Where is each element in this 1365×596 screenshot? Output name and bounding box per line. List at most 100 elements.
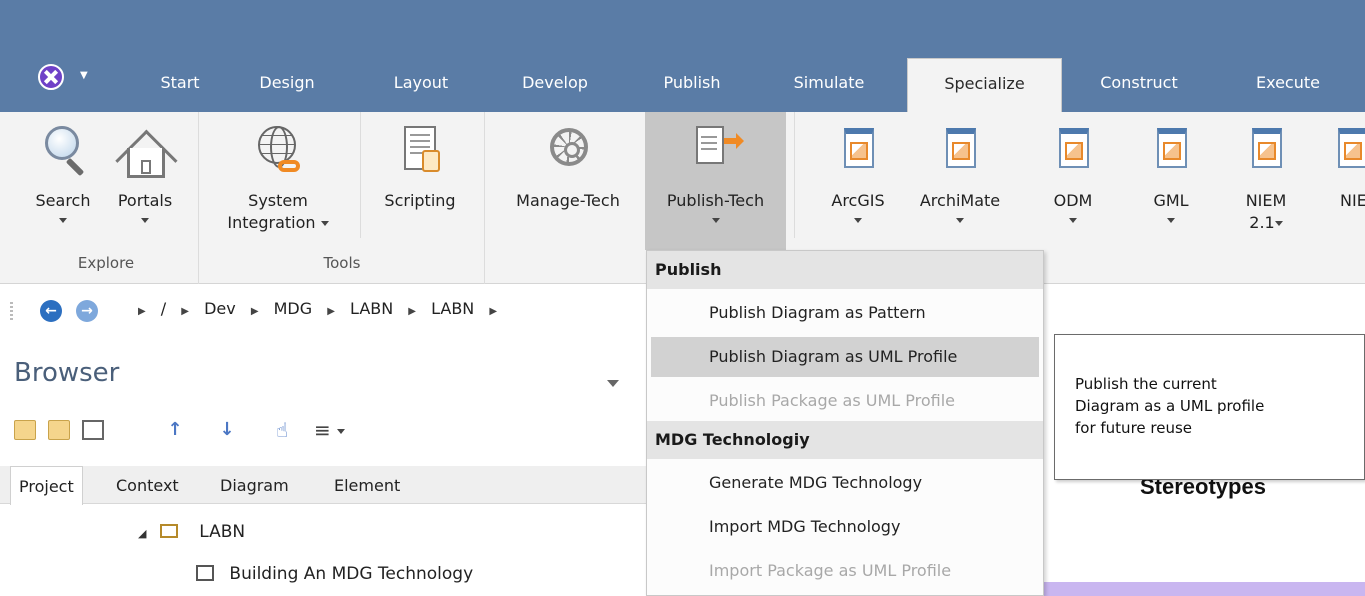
archimate-button[interactable]: ArchiMate <box>910 112 1010 238</box>
tab-simulate[interactable]: Simulate <box>774 68 884 112</box>
mdg-icon <box>834 124 882 178</box>
tab-element[interactable]: Element <box>334 476 400 495</box>
breadcrumb-item-mdg[interactable]: MDG <box>274 299 313 318</box>
move-down-icon[interactable]: ↓ <box>216 420 238 440</box>
menu-item-publish-diagram-uml-profile[interactable]: Publish Diagram as UML Profile <box>651 337 1039 377</box>
mdg-icon <box>1147 124 1195 178</box>
diagram-element[interactable] <box>1040 582 1365 596</box>
tab-project[interactable]: Project <box>10 466 83 505</box>
back-arrow-icon[interactable]: ← <box>40 300 62 322</box>
tab-design[interactable]: Design <box>246 68 328 112</box>
scripting-button[interactable]: Scripting <box>366 112 474 238</box>
chevron-down-icon <box>141 218 149 223</box>
tree-item-labn[interactable]: ◢ LABN <box>138 522 245 542</box>
publish-document-icon <box>692 124 744 178</box>
tab-construct[interactable]: Construct <box>1084 68 1194 112</box>
collapse-icon[interactable]: ◢ <box>138 527 146 540</box>
tab-start[interactable]: Start <box>140 68 220 112</box>
chevron-down-icon <box>1069 218 1077 223</box>
browser-toolbar: ↑ ↓ ☝ ≡ <box>14 416 414 446</box>
app-logo-icon <box>38 64 64 90</box>
tab-diagram[interactable]: Diagram <box>220 476 289 495</box>
tooltip-line: for future reuse <box>1075 419 1193 437</box>
search-icon <box>39 124 87 178</box>
group-label-explore: Explore <box>77 254 135 272</box>
forward-arrow-icon[interactable]: → <box>76 300 98 322</box>
manage-tech-label: Manage-Tech <box>516 191 620 210</box>
system-integration-label: System <box>248 191 308 210</box>
move-up-icon[interactable]: ↑ <box>164 420 186 440</box>
menu-item-publish-diagram-pattern[interactable]: Publish Diagram as Pattern <box>651 293 1039 333</box>
publish-tech-button[interactable]: Publish-Tech <box>645 112 786 250</box>
new-diagram-icon[interactable] <box>82 420 104 440</box>
portals-button[interactable]: Portals <box>104 112 186 238</box>
menu-item-import-mdg[interactable]: Import MDG Technology <box>651 507 1039 547</box>
app-menu-button[interactable]: ▼ <box>38 62 98 96</box>
browser-title: Browser <box>14 358 120 388</box>
menu-icon[interactable]: ≡ <box>314 420 362 440</box>
odm-button[interactable]: ODM <box>1036 112 1110 238</box>
portals-button-label: Portals <box>117 191 173 210</box>
breadcrumb-item-root[interactable]: / <box>161 299 166 318</box>
browser-tabs: Project Context Diagram Element <box>0 466 646 505</box>
menu-section-publish: Publish <box>647 251 1043 289</box>
globe-link-icon <box>254 124 302 178</box>
diagram-icon <box>196 565 214 581</box>
breadcrumb-item-labn-2[interactable]: LABN <box>431 299 474 318</box>
niem-version-label: 2.1 <box>1228 212 1304 234</box>
chevron-right-icon: ▶ <box>327 306 335 317</box>
tooltip: Publish the current Diagram as a UML pro… <box>1054 334 1365 480</box>
niem-label: NIEM <box>1245 191 1287 210</box>
folder-icon <box>159 524 178 538</box>
arcgis-button[interactable]: ArcGIS <box>818 112 898 238</box>
chevron-right-icon: ▶ <box>138 306 146 317</box>
tab-context[interactable]: Context <box>116 476 179 495</box>
menu-item-generate-mdg[interactable]: Generate MDG Technology <box>651 463 1039 503</box>
system-integration-label-2: Integration <box>208 212 348 234</box>
tooltip-line: Diagram as a UML profile <box>1075 397 1265 415</box>
chevron-down-icon[interactable] <box>607 374 619 392</box>
system-integration-button[interactable]: System Integration <box>208 112 348 238</box>
search-button[interactable]: Search <box>26 112 100 238</box>
gml-label: GML <box>1153 191 1189 210</box>
new-package-icon[interactable] <box>14 420 36 440</box>
browser-panel: Browser ↑ ↓ ☝ ≡ Project Context Diagram … <box>0 338 646 596</box>
breadcrumb-item-dev[interactable]: Dev <box>204 299 236 318</box>
arcgis-label: ArcGIS <box>831 191 885 210</box>
menu-section-mdg-technology: MDG Technologiy <box>647 421 1043 459</box>
chevron-right-icon: ▶ <box>250 306 259 317</box>
chevron-down-icon <box>711 218 720 223</box>
chevron-down-icon <box>59 218 67 223</box>
wheel-icon <box>544 124 592 178</box>
toolbar-grip[interactable] <box>10 302 13 320</box>
app-menu-caret-icon: ▼ <box>80 70 88 81</box>
mdg-icon <box>936 124 984 178</box>
divider <box>360 112 361 238</box>
house-icon <box>115 124 178 192</box>
chevron-right-icon: ▶ <box>181 306 189 317</box>
chevron-down-icon <box>956 218 964 223</box>
title-bar: ▼ Start Design Layout Develop Publish Si… <box>0 0 1365 112</box>
breadcrumb-item-labn[interactable]: LABN <box>350 299 393 318</box>
tab-publish[interactable]: Publish <box>642 68 742 112</box>
group-label-tools: Tools <box>323 254 361 272</box>
breadcrumb: ▶ / ▶ Dev ▶ MDG ▶ LABN ▶ LABN ▶ <box>128 299 507 318</box>
tab-layout[interactable]: Layout <box>374 68 468 112</box>
manage-tech-button[interactable]: Manage-Tech <box>494 112 642 238</box>
tree-item-diagram[interactable]: Building An MDG Technology <box>196 564 473 584</box>
mdg-icon <box>1049 124 1097 178</box>
chevron-down-icon <box>854 218 862 223</box>
pointer-icon[interactable]: ☝ <box>276 420 298 440</box>
gml-button[interactable]: GML <box>1134 112 1208 238</box>
tab-specialize[interactable]: Specialize <box>907 58 1062 112</box>
divider <box>198 112 199 284</box>
odm-label: ODM <box>1053 191 1093 210</box>
niem-21-button[interactable]: NIEM 2.1 <box>1228 112 1304 238</box>
mdg-icon <box>1328 124 1365 178</box>
tab-execute[interactable]: Execute <box>1238 68 1338 112</box>
niem-next-button[interactable]: NIE <box>1318 112 1365 238</box>
folder-icon[interactable] <box>48 420 70 440</box>
tab-develop[interactable]: Develop <box>500 68 610 112</box>
chevron-right-icon: ▶ <box>408 306 416 317</box>
search-button-label: Search <box>35 191 91 210</box>
